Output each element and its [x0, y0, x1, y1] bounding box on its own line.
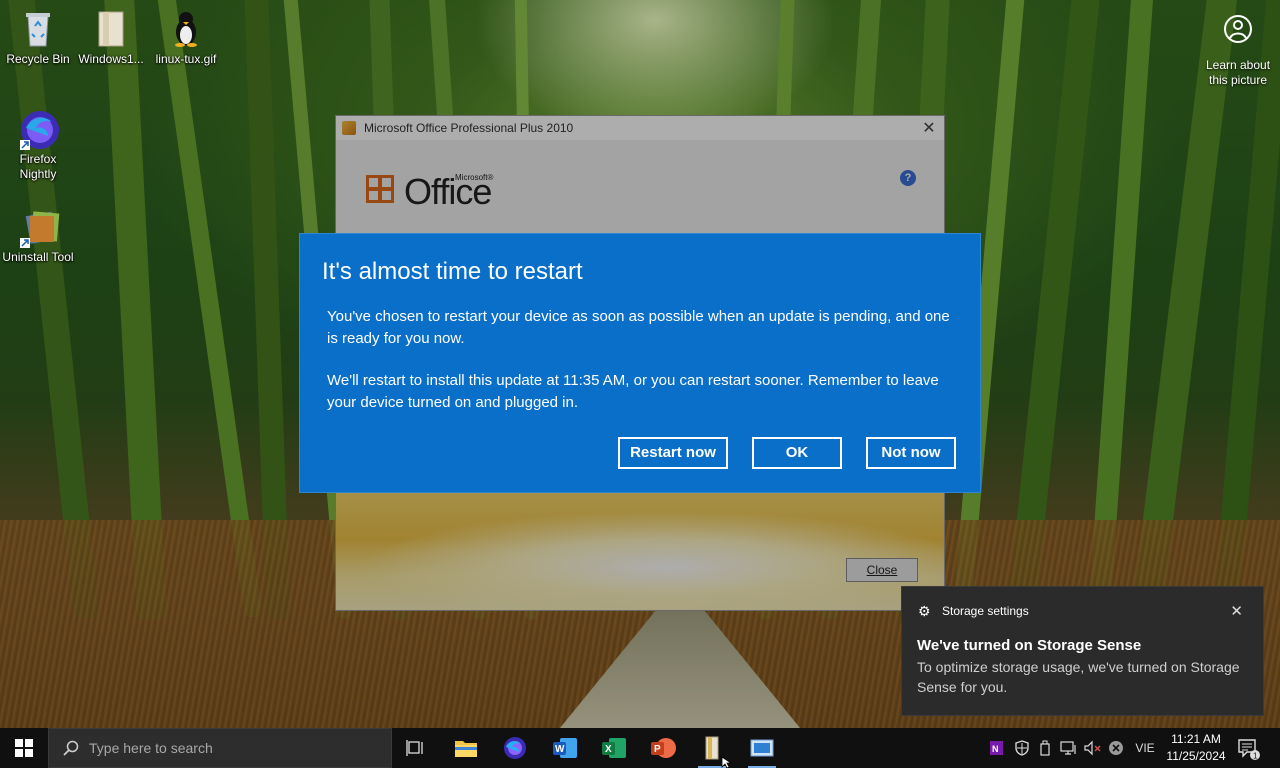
- start-button[interactable]: [0, 728, 48, 768]
- desktop-icon-label: Recycle Bin: [6, 52, 70, 66]
- restart-dialog: It's almost time to restart You've chose…: [300, 234, 980, 492]
- restart-dialog-paragraph-2: We'll restart to install this update at …: [327, 372, 939, 411]
- taskbar: Type here to search W X P N VIE 11:21 AM…: [0, 728, 1280, 768]
- volume-muted-icon[interactable]: [1082, 728, 1104, 768]
- powerpoint-icon[interactable]: P: [645, 734, 681, 762]
- close-icon[interactable]: ✕: [1230, 602, 1243, 620]
- restart-dialog-title: It's almost time to restart: [322, 258, 583, 285]
- word-icon[interactable]: W: [547, 734, 583, 762]
- search-icon: [63, 740, 79, 756]
- ok-button[interactable]: OK: [752, 437, 842, 469]
- desktop-icon-firefox-nightly[interactable]: Firefox Nightly: [0, 108, 76, 182]
- mouse-cursor-icon: [721, 756, 733, 768]
- desktop-icon-windows-folder[interactable]: Windows1...: [73, 8, 149, 67]
- desktop-icon-label: linux-tux.gif: [155, 52, 217, 66]
- restart-dialog-paragraph-1: You've chosen to restart your device as …: [327, 308, 950, 347]
- desktop-icon-recycle-bin[interactable]: Recycle Bin: [0, 8, 76, 67]
- network-icon[interactable]: [1058, 728, 1080, 768]
- desktop-icon-label: Windows1...: [78, 52, 144, 66]
- svg-text:P: P: [654, 744, 661, 755]
- file-icon: [91, 8, 131, 48]
- defender-shield-icon[interactable]: [1012, 728, 1032, 768]
- toast-body: To optimize storage usage, we've turned …: [917, 659, 1240, 695]
- gear-icon: ⚙: [918, 603, 931, 619]
- not-now-button[interactable]: Not now: [866, 437, 956, 469]
- usb-device-icon[interactable]: [1036, 728, 1054, 768]
- learn-about-label: Learn about this picture: [1205, 58, 1271, 87]
- toast-header: ⚙ Storage settings: [918, 604, 1029, 618]
- firefox-icon[interactable]: [497, 734, 533, 762]
- notification-count: 1: [1253, 752, 1258, 761]
- clock-time: 11:21 AM: [1171, 732, 1221, 746]
- restart-now-button[interactable]: Restart now: [618, 437, 728, 469]
- search-placeholder: Type here to search: [89, 740, 213, 756]
- onenote-tray-icon[interactable]: N: [986, 728, 1006, 768]
- learn-about-picture[interactable]: Learn about this picture: [1196, 14, 1280, 88]
- firefox-nightly-icon: [18, 108, 59, 150]
- toast-header-label: Storage settings: [942, 604, 1029, 618]
- info-camera-icon: [1223, 14, 1253, 44]
- toast-title: We've turned on Storage Sense: [917, 637, 1142, 654]
- svg-text:X: X: [605, 744, 612, 755]
- blocked-circle-icon[interactable]: [1106, 728, 1126, 768]
- remote-app-icon[interactable]: [744, 734, 780, 768]
- notification-center-icon[interactable]: 1: [1236, 736, 1260, 761]
- language-indicator[interactable]: VIE: [1132, 728, 1158, 768]
- uninstall-tool-icon: [18, 206, 60, 248]
- desktop-icon-label: Firefox Nightly: [19, 152, 57, 181]
- clock-date: 11/25/2024: [1166, 749, 1226, 763]
- recycle-bin-icon: [18, 8, 58, 48]
- desktop-icon-linux-tux[interactable]: linux-tux.gif: [148, 8, 224, 67]
- file-explorer-icon[interactable]: [448, 734, 484, 762]
- desktop-icon-label: Uninstall Tool: [2, 250, 74, 264]
- taskbar-clock[interactable]: 11:21 AM 11/25/2024: [1160, 731, 1232, 765]
- taskbar-search-box[interactable]: Type here to search: [48, 728, 392, 768]
- desktop-icon-uninstall-tool[interactable]: Uninstall Tool: [0, 206, 76, 265]
- windows-logo-icon: [15, 739, 33, 757]
- storage-sense-toast[interactable]: ⚙ Storage settings ✕ We've turned on Sto…: [901, 586, 1264, 716]
- svg-text:N: N: [992, 744, 999, 754]
- svg-text:W: W: [555, 744, 565, 755]
- task-view-icon[interactable]: [398, 734, 434, 762]
- tux-penguin-icon: [166, 8, 206, 48]
- excel-icon[interactable]: X: [596, 734, 632, 762]
